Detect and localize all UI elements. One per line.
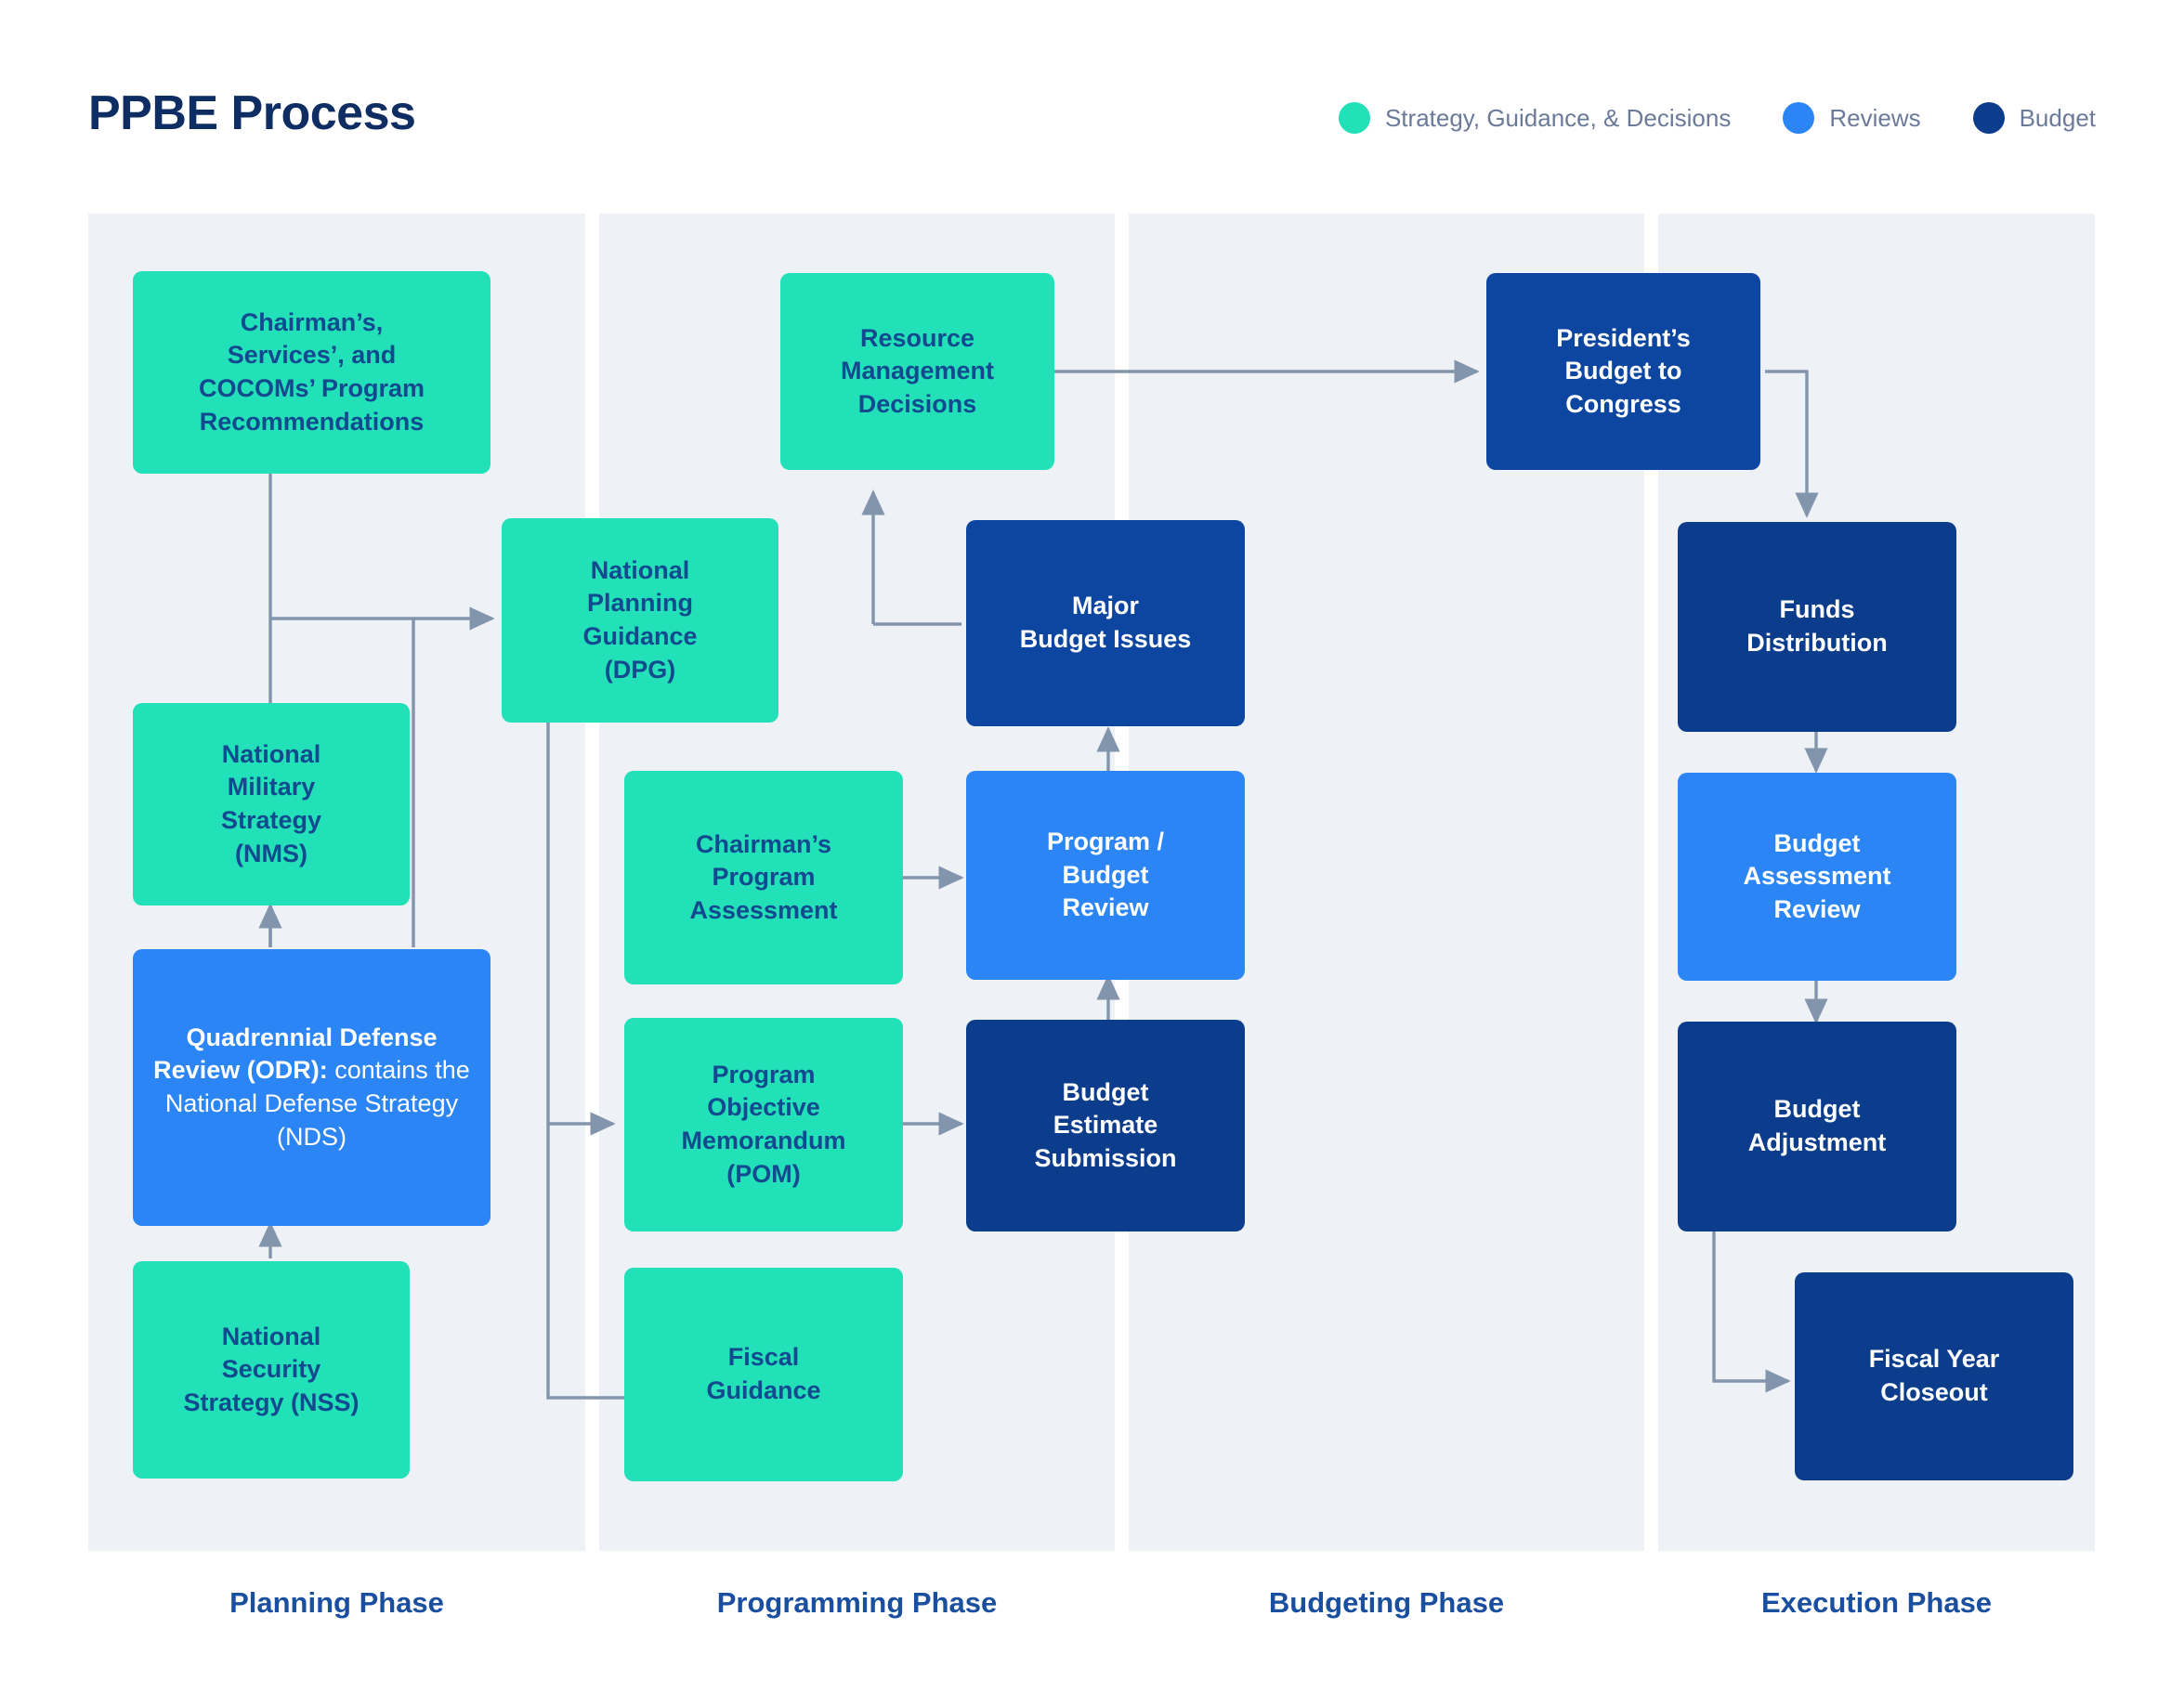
- node-label-composite: Quadrennial Defense Review (ODR): contai…: [146, 1022, 477, 1154]
- node-presidents-budget-to-congress[interactable]: President’s Budget to Congress: [1486, 273, 1760, 470]
- node-label: Budget Adjustment: [1747, 1095, 1887, 1156]
- node-quadrennial-defense-review[interactable]: Quadrennial Defense Review (ODR): contai…: [133, 949, 490, 1226]
- legend-label-reviews: Reviews: [1829, 103, 1921, 132]
- node-label: Budget Assessment Review: [1743, 828, 1891, 923]
- legend-item-strategy: Strategy, Guidance, & Decisions: [1338, 102, 1732, 134]
- node-national-military-strategy[interactable]: National Military Strategy (NMS): [133, 703, 410, 906]
- phase-label-planning: Planning Phase: [229, 1586, 444, 1619]
- node-label: Resource Management Decisions: [840, 323, 995, 418]
- node-chairmans-program-assessment[interactable]: Chairman’s Program Assessment: [624, 771, 903, 984]
- node-funds-distribution[interactable]: Funds Distribution: [1678, 522, 1956, 732]
- node-label: Chairman’s Program Assessment: [689, 829, 838, 924]
- node-label: National Military Strategy (NMS): [220, 739, 322, 867]
- legend-label-budget: Budget: [2019, 103, 2096, 132]
- node-label: Fiscal Year Closeout: [1868, 1345, 2000, 1406]
- node-label: Program Objective Memorandum (POM): [681, 1060, 846, 1188]
- node-label: President’s Budget to Congress: [1556, 323, 1691, 418]
- circle-icon: [1972, 102, 2005, 134]
- node-label: National Planning Guidance (DPG): [582, 555, 698, 684]
- node-label: Budget Estimate Submission: [1034, 1077, 1177, 1172]
- page-title: PPBE Process: [88, 86, 416, 140]
- node-program-objective-memorandum[interactable]: Program Objective Memorandum (POM): [624, 1018, 903, 1231]
- node-label: Major Budget Issues: [1019, 592, 1192, 653]
- node-label: Fiscal Guidance: [706, 1343, 821, 1404]
- node-budget-assessment-review[interactable]: Budget Assessment Review: [1678, 773, 1956, 981]
- node-fiscal-guidance[interactable]: Fiscal Guidance: [624, 1268, 903, 1481]
- node-major-budget-issues[interactable]: Major Budget Issues: [966, 520, 1245, 726]
- node-label: Chairman’s, Services’, and COCOMs’ Progr…: [198, 307, 425, 436]
- node-resource-management-decisions[interactable]: Resource Management Decisions: [780, 273, 1054, 470]
- phase-label-budgeting: Budgeting Phase: [1268, 1586, 1505, 1619]
- node-label: Funds Distribution: [1746, 595, 1888, 657]
- node-national-planning-guidance[interactable]: National Planning Guidance (DPG): [502, 518, 778, 723]
- page-header: PPBE Process Strategy, Guidance, & Decis…: [0, 0, 2184, 214]
- node-budget-estimate-submission[interactable]: Budget Estimate Submission: [966, 1020, 1245, 1231]
- node-label: National Security Strategy (NSS): [183, 1322, 360, 1416]
- legend-label-strategy: Strategy, Guidance, & Decisions: [1384, 103, 1732, 132]
- node-label: Program / Budget Review: [1046, 827, 1165, 922]
- node-chairman-services-cocoms-recommendations[interactable]: Chairman’s, Services’, and COCOMs’ Progr…: [133, 271, 490, 474]
- circle-icon: [1338, 102, 1370, 134]
- legend: Strategy, Guidance, & Decisions Reviews …: [1338, 102, 2096, 134]
- circle-icon: [1783, 102, 1815, 134]
- phase-label-execution: Execution Phase: [1760, 1586, 1993, 1619]
- node-fiscal-year-closeout[interactable]: Fiscal Year Closeout: [1795, 1272, 2073, 1480]
- node-program-budget-review[interactable]: Program / Budget Review: [966, 771, 1245, 980]
- legend-item-budget: Budget: [1972, 102, 2096, 134]
- node-national-security-strategy[interactable]: National Security Strategy (NSS): [133, 1261, 410, 1479]
- phase-label-programming: Programming Phase: [716, 1586, 998, 1619]
- legend-item-reviews: Reviews: [1783, 102, 1921, 134]
- node-budget-adjustment[interactable]: Budget Adjustment: [1678, 1022, 1956, 1231]
